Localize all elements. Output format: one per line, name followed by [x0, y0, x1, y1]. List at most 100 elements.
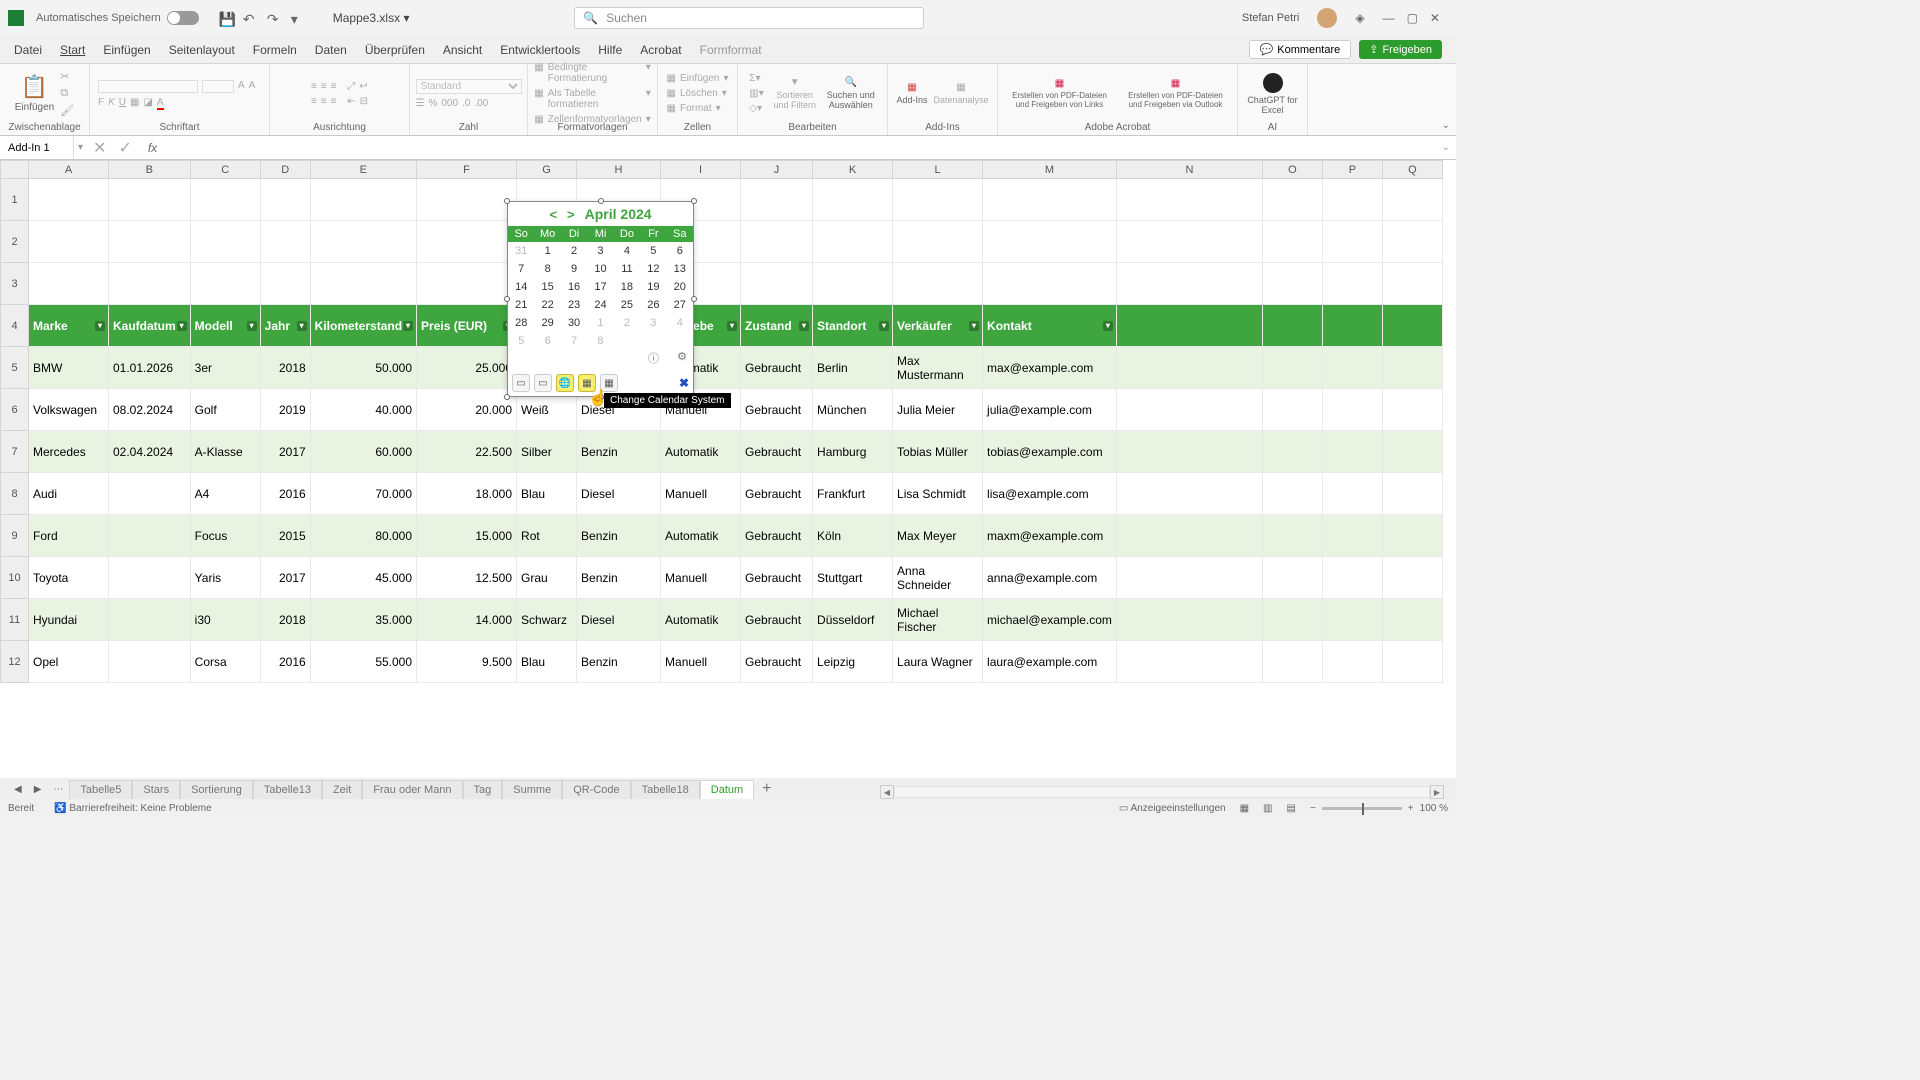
- resize-handle[interactable]: [504, 296, 510, 302]
- calendar-day[interactable]: 2: [561, 242, 587, 260]
- cell[interactable]: [1262, 473, 1322, 515]
- table-cell[interactable]: Golf: [190, 389, 260, 431]
- qat-dropdown-icon[interactable]: ▾: [291, 11, 305, 25]
- table-cell[interactable]: Tobias Müller: [893, 431, 983, 473]
- calendar-info-icon[interactable]: ⓘ: [648, 350, 659, 366]
- menu-formformat[interactable]: Formformat: [700, 43, 762, 57]
- cell[interactable]: [417, 263, 517, 305]
- table-cell[interactable]: Benzin: [577, 641, 661, 683]
- collapse-ribbon-icon[interactable]: ⌄: [1442, 120, 1450, 131]
- col-Q[interactable]: Q: [1382, 161, 1442, 179]
- cell[interactable]: [1382, 515, 1442, 557]
- col-I[interactable]: I: [661, 161, 741, 179]
- fx-icon[interactable]: fx: [138, 141, 167, 155]
- col-B[interactable]: B: [109, 161, 191, 179]
- sort-filter-button[interactable]: ▼Sortieren und Filtern: [770, 77, 820, 110]
- table-cell[interactable]: 20.000: [417, 389, 517, 431]
- table-cell[interactable]: 80.000: [310, 515, 416, 557]
- sheet-nav-last-icon[interactable]: ▶: [28, 784, 48, 795]
- cell[interactable]: [310, 179, 416, 221]
- resize-handle[interactable]: [504, 198, 510, 204]
- cell[interactable]: [1116, 515, 1262, 557]
- cell[interactable]: [1262, 305, 1322, 347]
- table-cell[interactable]: michael@example.com: [983, 599, 1117, 641]
- row-6[interactable]: 6: [1, 389, 29, 431]
- cell[interactable]: [1322, 599, 1382, 641]
- view-pagelayout-icon[interactable]: ▥: [1263, 803, 1272, 814]
- cell[interactable]: [1382, 263, 1442, 305]
- cell[interactable]: [29, 221, 109, 263]
- table-cell[interactable]: Gebraucht: [741, 599, 813, 641]
- minimize-icon[interactable]: —: [1383, 11, 1395, 25]
- cell[interactable]: [893, 221, 983, 263]
- cell[interactable]: [1382, 389, 1442, 431]
- calendar-day[interactable]: 16: [561, 278, 587, 296]
- col-A[interactable]: A: [29, 161, 109, 179]
- calendar-day[interactable]: 21: [508, 296, 534, 314]
- sheet-nav-first-icon[interactable]: ◀: [8, 784, 28, 795]
- name-box[interactable]: [0, 137, 74, 159]
- cell[interactable]: [1322, 515, 1382, 557]
- table-cell[interactable]: Gebraucht: [741, 515, 813, 557]
- table-header[interactable]: Modell▾: [190, 305, 260, 347]
- table-cell[interactable]: 2018: [260, 347, 310, 389]
- fill-icon[interactable]: ▥▾: [749, 88, 763, 99]
- calendar-day[interactable]: 30: [561, 314, 587, 332]
- cell[interactable]: [1116, 389, 1262, 431]
- calendar-day[interactable]: 3: [587, 242, 613, 260]
- merge-icon[interactable]: ⊟: [360, 96, 368, 107]
- cell[interactable]: [1322, 473, 1382, 515]
- user-avatar[interactable]: [1317, 8, 1337, 28]
- calendar-close-icon[interactable]: ✖: [679, 376, 689, 390]
- hscroll-left-icon[interactable]: ◀: [880, 785, 894, 799]
- calendar-day[interactable]: 29: [534, 314, 560, 332]
- table-cell[interactable]: Köln: [813, 515, 893, 557]
- autosum-icon[interactable]: Σ▾: [749, 73, 763, 84]
- namebox-dropdown-icon[interactable]: ▾: [74, 142, 87, 153]
- table-cell[interactable]: 55.000: [310, 641, 416, 683]
- zoom-out-icon[interactable]: −: [1310, 803, 1316, 814]
- calendar-title[interactable]: April 2024: [585, 206, 652, 222]
- sheet-tab[interactable]: Tabelle5: [69, 780, 132, 799]
- cell[interactable]: [260, 221, 310, 263]
- cell[interactable]: [1322, 221, 1382, 263]
- table-cell[interactable]: Manuell: [661, 473, 741, 515]
- calendar-day[interactable]: 6: [534, 332, 560, 350]
- menu-überprüfen[interactable]: Überprüfen: [365, 43, 425, 57]
- cell[interactable]: [417, 221, 517, 263]
- table-cell[interactable]: Ford: [29, 515, 109, 557]
- table-cell[interactable]: Max Mustermann: [893, 347, 983, 389]
- select-all[interactable]: [1, 161, 29, 179]
- resize-handle[interactable]: [598, 394, 604, 400]
- calendar-day[interactable]: 1: [534, 242, 560, 260]
- table-cell[interactable]: Benzin: [577, 557, 661, 599]
- table-cell[interactable]: 25.000: [417, 347, 517, 389]
- col-G[interactable]: G: [517, 161, 577, 179]
- percent-icon[interactable]: %: [428, 98, 437, 109]
- calendar-system-button[interactable]: 🌐: [556, 374, 574, 392]
- calendar-day[interactable]: 24: [587, 296, 613, 314]
- table-cell[interactable]: 2016: [260, 473, 310, 515]
- table-cell[interactable]: 70.000: [310, 473, 416, 515]
- align-left-icon[interactable]: ≡: [311, 96, 317, 107]
- table-cell[interactable]: maxm@example.com: [983, 515, 1117, 557]
- enter-formula-icon[interactable]: ✓: [112, 138, 137, 158]
- table-cell[interactable]: 2018: [260, 599, 310, 641]
- table-cell[interactable]: Gebraucht: [741, 557, 813, 599]
- cell[interactable]: [1262, 515, 1322, 557]
- redo-icon[interactable]: ↷: [267, 11, 281, 25]
- cell[interactable]: [1116, 221, 1262, 263]
- sheet-tab[interactable]: Sortierung: [180, 780, 253, 799]
- expand-formula-bar-icon[interactable]: ⌄: [1436, 142, 1456, 153]
- col-M[interactable]: M: [983, 161, 1117, 179]
- cell[interactable]: [1262, 599, 1322, 641]
- calendar-day[interactable]: 23: [561, 296, 587, 314]
- calendar-tool-5-icon[interactable]: ▦: [600, 374, 618, 392]
- calendar-settings-icon[interactable]: ⚙: [677, 350, 687, 366]
- share-button[interactable]: ⇪ Freigeben: [1359, 40, 1442, 59]
- cell[interactable]: [310, 221, 416, 263]
- table-cell[interactable]: Hyundai: [29, 599, 109, 641]
- table-cell[interactable]: tobias@example.com: [983, 431, 1117, 473]
- wrap-text-icon[interactable]: ↩: [359, 81, 367, 92]
- cell[interactable]: [190, 179, 260, 221]
